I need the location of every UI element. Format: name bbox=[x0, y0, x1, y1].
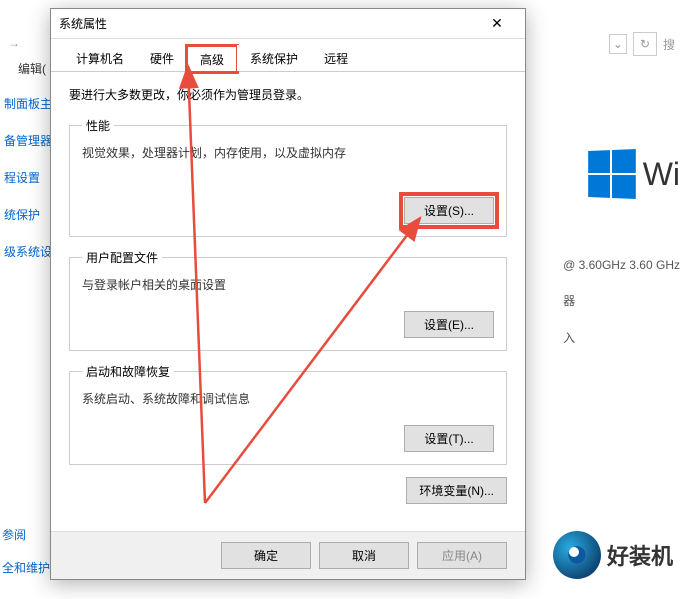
watermark-text: 好装机 bbox=[607, 539, 673, 571]
performance-legend: 性能 bbox=[82, 117, 114, 134]
dialog-button-bar: 确定 取消 应用(A) bbox=[51, 531, 525, 579]
startup-recovery-legend: 启动和故障恢复 bbox=[82, 363, 174, 380]
environment-variables-button[interactable]: 环境变量(N)... bbox=[406, 477, 507, 504]
system-info: @ 3.60GHz 3.60 GHz 器 入 bbox=[563, 258, 680, 366]
cancel-button[interactable]: 取消 bbox=[319, 542, 409, 569]
tab-system-protection[interactable]: 系统保护 bbox=[237, 45, 311, 71]
tab-remote[interactable]: 远程 bbox=[311, 45, 361, 71]
close-icon[interactable]: ✕ bbox=[477, 10, 517, 38]
sidebar-item[interactable]: 统保护 bbox=[0, 196, 50, 233]
dropdown-icon[interactable]: ⌄ bbox=[609, 34, 627, 54]
startup-recovery-desc: 系统启动、系统故障和调试信息 bbox=[82, 390, 494, 407]
see-also: 参阅 全和维护 bbox=[2, 518, 50, 584]
performance-settings-button[interactable]: 设置(S)... bbox=[404, 197, 494, 224]
watermark: 好装机 bbox=[553, 531, 673, 579]
admin-note: 要进行大多数更改，你必须作为管理员登录。 bbox=[69, 86, 507, 103]
tab-advanced[interactable]: 高级 bbox=[187, 46, 237, 72]
sidebar-item[interactable]: 程设置 bbox=[0, 159, 50, 196]
apply-button[interactable]: 应用(A) bbox=[417, 542, 507, 569]
cpu-info: @ 3.60GHz 3.60 GHz bbox=[563, 258, 680, 272]
tab-computer-name[interactable]: 计算机名 bbox=[63, 45, 137, 71]
dialog-title: 系统属性 bbox=[59, 15, 477, 32]
user-profile-settings-button[interactable]: 设置(E)... bbox=[404, 311, 494, 338]
refresh-icon[interactable]: ↻ bbox=[633, 32, 657, 56]
control-panel-sidebar: 制面板主页 备管理器 程设置 统保护 级系统设置 bbox=[0, 0, 50, 599]
sidebar-item[interactable]: 制面板主页 bbox=[0, 85, 50, 122]
sidebar-item[interactable]: 备管理器 bbox=[0, 122, 50, 159]
see-also-label: 参阅 bbox=[2, 518, 50, 551]
windows-icon bbox=[588, 149, 636, 199]
tab-content: 要进行大多数更改，你必须作为管理员登录。 性能 视觉效果，处理器计划，内存使用，… bbox=[51, 72, 525, 536]
performance-group: 性能 视觉效果，处理器计划，内存使用，以及虚拟内存 设置(S)... bbox=[69, 117, 507, 237]
startup-recovery-settings-button[interactable]: 设置(T)... bbox=[404, 425, 494, 452]
system-properties-dialog: 系统属性 ✕ 计算机名 硬件 高级 系统保护 远程 要进行大多数更改，你必须作为… bbox=[50, 8, 526, 580]
user-profile-legend: 用户配置文件 bbox=[82, 249, 162, 266]
user-profile-group: 用户配置文件 与登录帐户相关的桌面设置 设置(E)... bbox=[69, 249, 507, 351]
startup-recovery-group: 启动和故障恢复 系统启动、系统故障和调试信息 设置(T)... bbox=[69, 363, 507, 465]
watermark-logo-icon bbox=[553, 531, 601, 579]
windows-text: Wi bbox=[643, 156, 680, 193]
security-link[interactable]: 全和维护 bbox=[2, 551, 50, 584]
tab-hardware[interactable]: 硬件 bbox=[137, 45, 187, 71]
sidebar-item[interactable]: 级系统设置 bbox=[0, 233, 50, 270]
user-profile-desc: 与登录帐户相关的桌面设置 bbox=[82, 276, 494, 293]
windows-logo-area: Wi bbox=[587, 150, 680, 198]
performance-desc: 视觉效果，处理器计划，内存使用，以及虚拟内存 bbox=[82, 144, 494, 161]
info-line: 入 bbox=[563, 329, 680, 346]
info-line: 器 bbox=[563, 292, 680, 309]
search-hint: 搜 bbox=[663, 36, 675, 53]
tab-strip: 计算机名 硬件 高级 系统保护 远程 bbox=[51, 39, 525, 72]
ok-button[interactable]: 确定 bbox=[221, 542, 311, 569]
titlebar: 系统属性 ✕ bbox=[51, 9, 525, 39]
